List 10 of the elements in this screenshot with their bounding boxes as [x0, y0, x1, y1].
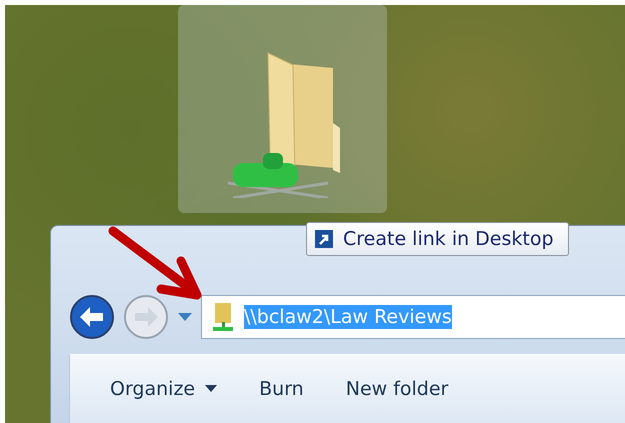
address-text: \\bclaw2\Law Reviews [244, 305, 452, 329]
network-folder-icon [212, 302, 234, 332]
caret-icon [205, 385, 218, 393]
toolbar-button[interactable]: Organize [100, 370, 228, 408]
toolbar-button[interactable]: Burn [249, 370, 314, 408]
back-button[interactable] [69, 294, 115, 340]
forward-button[interactable] [123, 294, 169, 340]
tooltip-text: Create link in Desktop [343, 228, 554, 250]
toolbar-button[interactable]: New folder [336, 370, 458, 408]
recent-pages-button[interactable] [177, 311, 193, 323]
